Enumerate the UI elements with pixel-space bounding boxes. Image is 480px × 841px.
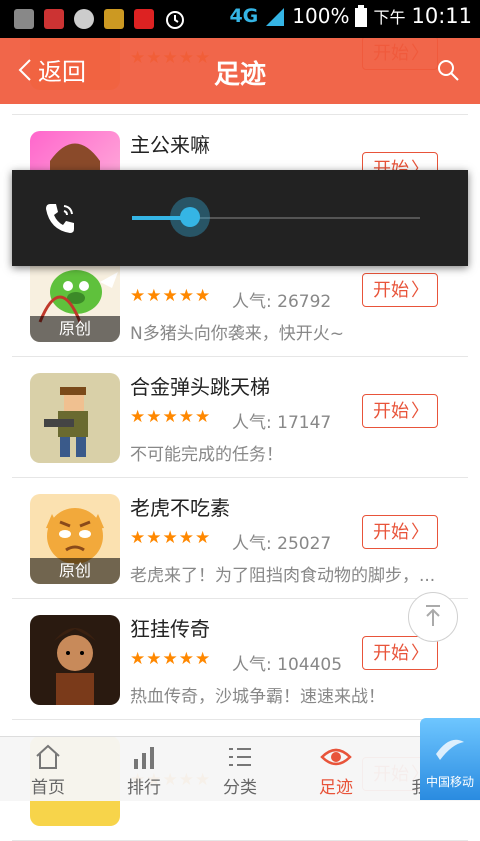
nav-label: 排行 [127,778,161,798]
home-icon [36,744,60,769]
china-mobile-logo-icon [436,739,464,760]
nav-category[interactable]: 分类 [192,737,288,801]
alarm-icon [166,11,184,29]
list-icon [229,748,251,766]
nav-ranking[interactable]: 排行 [96,737,192,801]
original-badge: 原创 [30,316,120,342]
game-thumbnail: 原创 [30,494,120,584]
carrier-name: 中国移动 [425,775,474,789]
start-button[interactable]: 开始〉 [362,515,438,549]
game-thumbnail [30,615,120,705]
arrow-up-icon [426,605,440,626]
game-description: 热血传奇，沙城争霸！速速来战！ [130,687,385,707]
am-pm: 下午 [373,8,406,27]
game-name: 合金弹头跳天梯 [130,375,270,399]
app-icon [104,9,124,29]
notification-icons [14,8,186,30]
chevron-right-icon: 〉 [411,522,429,543]
phone-call-icon [46,204,74,233]
volume-dialog [12,170,468,266]
nav-label: 足迹 [319,778,353,798]
popularity: 人气: 17147 [232,413,332,433]
clock: 10:11 [411,4,472,28]
app-icon [44,9,64,29]
chevron-right-icon: 〉 [411,280,429,301]
start-button[interactable]: 开始〉 [362,394,438,428]
carrier-widget: 中国移动 [420,718,480,800]
game-description: N多猪头向你袭来，快开火~ [130,324,344,344]
status-right: 4G 100% 下午 10:11 [229,4,472,28]
game-description: 不可能完成的任务！ [130,445,283,465]
start-button[interactable]: 开始〉 [362,273,438,307]
original-badge: 原创 [30,558,120,584]
back-to-top-button[interactable] [408,592,458,642]
status-bar: 4G 100% 下午 10:11 [0,0,480,38]
rating-stars: ★★★★★ [130,649,212,669]
game-thumbnail [30,373,120,463]
title-bar: 返回 足迹 [0,38,480,104]
nav-footprint[interactable]: 足迹 [288,737,384,801]
rating-stars: ★★★★★ [130,528,212,548]
search-icon[interactable] [436,58,460,82]
list-item[interactable]: 合金弹头跳天梯 ★★★★★ 人气: 17147 不可能完成的任务！ 开始〉 [12,357,468,478]
popularity: 人气: 26792 [232,292,332,312]
list-item[interactable]: 原创 老虎不吃素 ★★★★★ 人气: 25027 老虎来了！为了阻挡肉食动物的脚… [12,478,468,599]
nav-home[interactable]: 首页 [0,737,96,801]
game-name: 狂挂传奇 [130,617,210,641]
nav-label: 分类 [223,778,257,798]
rating-stars: ★★★★★ [130,286,212,306]
popularity: 人气: 25027 [232,534,332,554]
volume-thumb[interactable] [169,197,210,237]
popularity: 人气: 104405 [232,655,343,675]
bottom-nav: 首页 排行 分类 足迹 我 [0,736,480,801]
youku-icon [134,9,154,29]
network-type: 4G [229,5,259,27]
game-name: 老虎不吃素 [130,496,230,520]
nav-label: 首页 [31,778,65,798]
page-title: 足迹 [213,60,266,90]
chevron-right-icon: 〉 [411,643,429,664]
wechat-icon [74,9,94,29]
list-item[interactable]: 狂挂传奇 ★★★★★ 人气: 104405 热血传奇，沙城争霸！速速来战！ 开始… [12,599,468,720]
battery-percent: 100% [292,4,350,28]
bar-chart-icon [134,747,154,769]
game-name: 主公来嘛 [130,133,210,157]
game-description: 老虎来了！为了阻挡肉食动物的脚步，... [130,566,436,586]
signal-icon [266,8,285,26]
battery-icon [355,5,368,27]
rating-stars: ★★★★★ [130,407,212,427]
footprint-list: ★★★★★ 开始〉 主公来嘛 开始〉 原创 ★★★★★ 人气: 26792 N多… [12,0,468,841]
chevron-right-icon: 〉 [411,401,429,422]
gallery-icon [14,9,34,29]
eye-icon [320,748,352,766]
